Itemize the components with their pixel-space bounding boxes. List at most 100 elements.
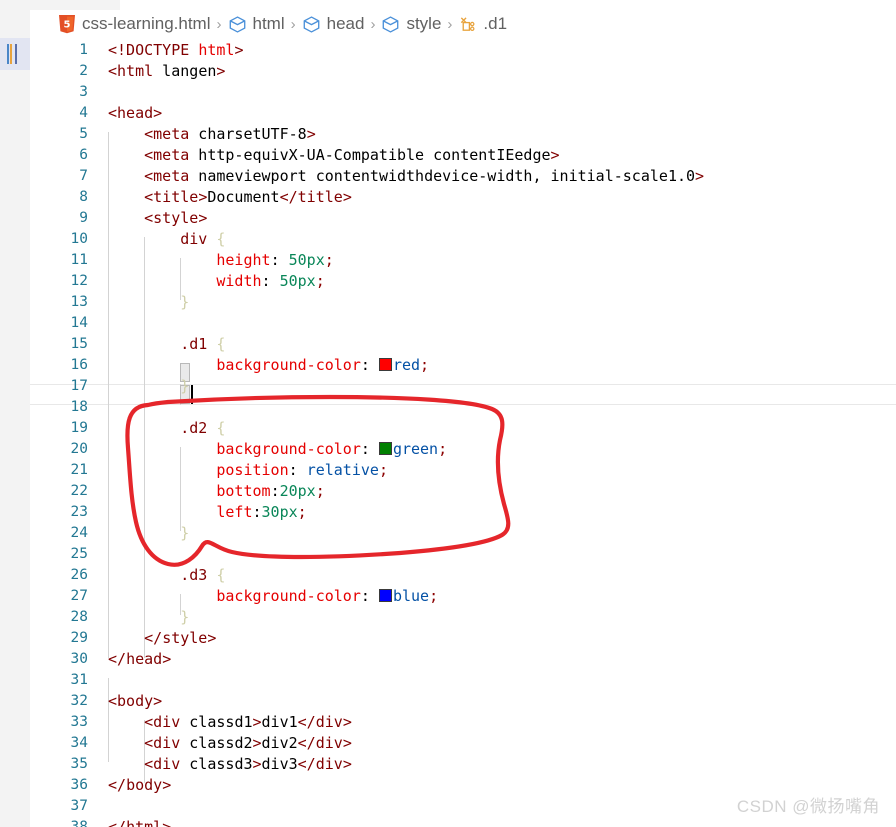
line-number: 35 [70,756,88,772]
code-line[interactable]: <meta nameviewport contentwidthdevice-wi… [108,166,704,187]
line-number: 2 [79,63,88,79]
code-line[interactable]: width: 50px; [108,271,324,292]
code-line[interactable]: } [108,607,189,628]
code-line[interactable]: <div classd1>div1</div> [108,712,352,733]
line-number: 37 [70,798,88,814]
breadcrumb-item-html[interactable]: html [228,14,285,34]
line-number: 4 [79,105,88,121]
code-line[interactable]: <div classd2>div2</div> [108,733,352,754]
code-line[interactable]: <title>Document</title> [108,187,352,208]
line-number: 11 [70,252,88,268]
line-number: 15 [70,336,88,352]
code-line[interactable]: </body> [108,775,171,796]
breadcrumb-label-d1: .d1 [483,14,508,33]
line-number: 10 [70,231,88,247]
line-number: 12 [70,273,88,289]
line-number: 16 [70,357,88,373]
fragment-bar-blue [7,44,9,64]
code-line[interactable]: background-color: green; [108,439,447,460]
line-number: 26 [70,567,88,583]
fragment-bar-indigo [15,44,17,64]
line-number: 14 [70,315,88,331]
line-number: 38 [70,819,88,827]
code-line[interactable]: <div classd3>div3</div> [108,754,352,775]
code-line[interactable]: <style> [108,208,207,229]
breadcrumb-item-head[interactable]: head [302,14,365,34]
line-number: 28 [70,609,88,625]
breadcrumb-label-html: html [252,14,285,33]
breadcrumb-label-file: css-learning.html [82,14,211,33]
line-number: 8 [79,189,88,205]
html5-file-icon: 5 [58,14,76,34]
breadcrumb-label-head: head [326,14,365,33]
code-line[interactable]: } [108,376,189,397]
line-number: 5 [79,126,88,142]
line-number: 33 [70,714,88,730]
code-line[interactable]: } [108,292,189,313]
line-number: 23 [70,504,88,520]
line-number: 19 [70,420,88,436]
line-number: 17 [70,378,88,394]
line-number: 20 [70,441,88,457]
code-line[interactable]: <body> [108,691,162,712]
code-line[interactable]: left:30px; [108,502,306,523]
line-number: 3 [79,84,88,100]
breadcrumb-separator: › [216,15,222,33]
code-line[interactable]: <meta charsetUTF-8> [108,124,316,145]
line-number-gutter: 1 2 3 4 5 6 7 8 9 10 11 12 13 14 15 16 17 18 19 20 21 22 23 24 2… [30,38,98,827]
breadcrumb-separator: › [370,15,376,33]
left-edge-artifact-bottom [0,70,30,827]
line-number: 22 [70,483,88,499]
code-line[interactable]: bottom:20px; [108,481,324,502]
symbol-field-cube-icon [381,15,400,34]
breadcrumb-item-file[interactable]: 5 css-learning.html [58,14,211,34]
code-line[interactable]: </html> [108,817,171,827]
symbol-ruler-icon [458,15,477,34]
breadcrumb-item-style[interactable]: style [381,14,441,34]
code-line[interactable]: </style> [108,628,216,649]
line-number: 36 [70,777,88,793]
breadcrumb-separator: › [447,15,453,33]
line-number: 21 [70,462,88,478]
text-cursor [191,385,193,404]
line-number: 29 [70,630,88,646]
line-number: 13 [70,294,88,310]
line-number: 6 [79,147,88,163]
code-line[interactable]: .d1 { [108,334,225,355]
code-line[interactable]: div { [108,229,225,250]
breadcrumb: 5 css-learning.html › html › head › styl… [30,10,896,38]
breadcrumb-label-style: style [406,14,442,33]
code-line[interactable]: </head> [108,649,171,670]
code-editor[interactable]: 1 2 3 4 5 6 7 8 9 10 11 12 13 14 15 16 17 18 19 20 21 22 23 24 2… [30,38,896,827]
left-edge-panel-fragment[interactable] [0,38,30,70]
line-number: 1 [79,42,88,58]
symbol-field-cube-icon [228,15,247,34]
line-number: 25 [70,546,88,562]
code-line[interactable]: <head> [108,103,162,124]
code-line[interactable]: <html langen> [108,61,225,82]
line-number: 32 [70,693,88,709]
fragment-bar-orange [10,44,12,64]
code-line[interactable]: background-color: blue; [108,586,438,607]
line-number: 30 [70,651,88,667]
tab-strip-fragment [30,0,120,10]
line-number: 7 [79,168,88,184]
code-line[interactable]: height: 50px; [108,250,333,271]
breadcrumb-item-d1[interactable]: .d1 [458,14,507,34]
left-edge-artifact-top [0,0,30,38]
code-line[interactable]: background-color: red; [108,355,429,376]
code-line[interactable]: position: relative; [108,460,388,481]
line-number: 27 [70,588,88,604]
symbol-field-cube-icon [302,15,321,34]
line-number: 34 [70,735,88,751]
code-line[interactable]: .d3 { [108,565,225,586]
code-line[interactable]: .d2 { [108,418,225,439]
svg-text:5: 5 [64,20,71,31]
breadcrumb-separator: › [290,15,296,33]
code-line[interactable]: } [108,523,189,544]
code-line[interactable]: <!DOCTYPE html> [108,40,243,61]
code-line[interactable]: <meta http-equivX-UA-Compatible contentI… [108,145,559,166]
code-content[interactable]: <!DOCTYPE html> <html langen> <head> <meta… [108,38,896,827]
line-number: 24 [70,525,88,541]
line-number: 9 [79,210,88,226]
